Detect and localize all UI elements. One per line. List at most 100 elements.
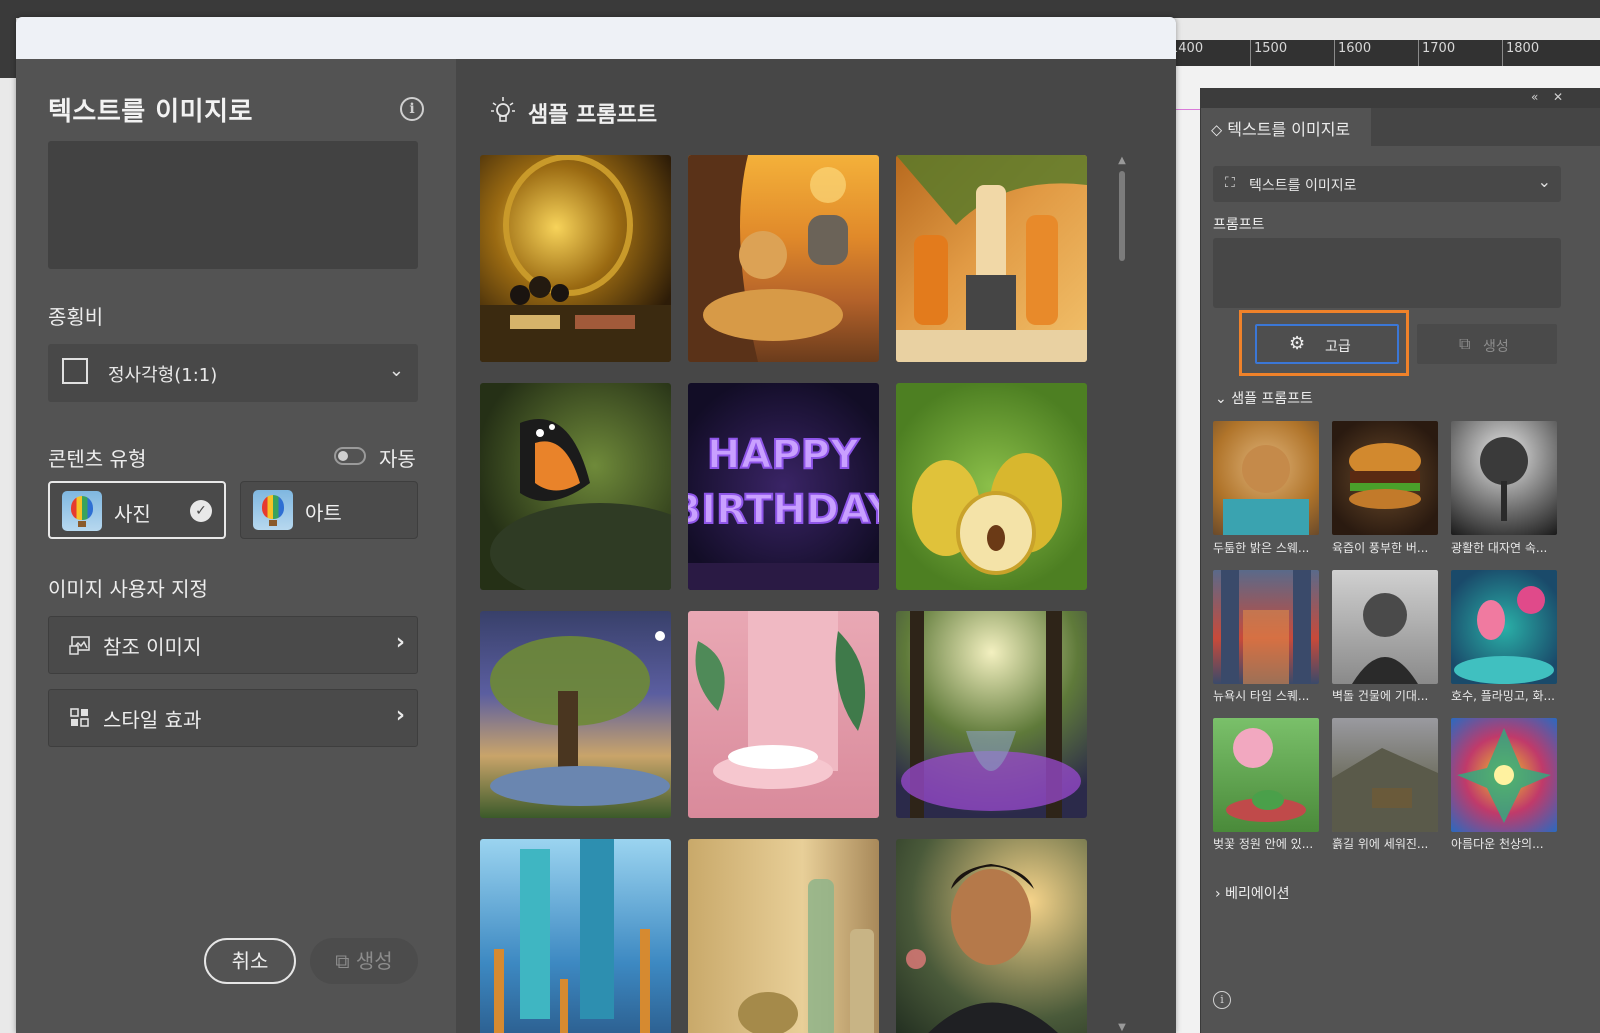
- butterfly-art: [490, 419, 671, 590]
- panel-thumb[interactable]: [1213, 421, 1319, 535]
- cosmetics-art: [896, 155, 1087, 362]
- image-gen-icon: ⛶: [1225, 175, 1235, 191]
- scroll-down-icon[interactable]: ▼: [1116, 1022, 1128, 1033]
- car-road-art: [1332, 748, 1438, 832]
- panel-thumb[interactable]: [1451, 718, 1557, 832]
- panel-prompt-input[interactable]: [1213, 238, 1561, 308]
- prompt-label: 프롬프트: [1213, 217, 1265, 233]
- reference-image-label: 참조 이미지: [103, 635, 202, 659]
- settings-pane: 텍스트를 이미지로 i 종횡비 정사각형(1:1) ⌄ 콘텐츠 유형 자동 사진…: [16, 59, 456, 1033]
- prompt-input[interactable]: [48, 141, 418, 269]
- thumb-caption: 벽돌 건물에 기대...: [1332, 689, 1429, 703]
- aspect-ratio-value: 정사각형(1:1): [108, 365, 218, 386]
- auto-label: 자동: [379, 447, 416, 471]
- mandala-art: [1457, 728, 1551, 823]
- panel-header-bar: « ✕: [1201, 88, 1600, 108]
- toggle-knob: [338, 451, 348, 461]
- gear-icon: ⚙: [1289, 333, 1306, 354]
- chevron-down-icon: ⌄: [1215, 391, 1232, 407]
- cancel-button[interactable]: 취소: [204, 938, 296, 984]
- sample-prompts-section[interactable]: ⌄ 샘플 프롬프트: [1215, 388, 1313, 408]
- panel-thumb[interactable]: [1332, 570, 1438, 684]
- chevron-right-icon: ›: [1215, 886, 1226, 902]
- pink-podium-art: [695, 611, 866, 789]
- sample-tile-birthday[interactable]: HAPPY BIRTHDAY: [688, 383, 879, 590]
- auto-toggle[interactable]: [334, 447, 366, 465]
- collapse-panel-icon[interactable]: «: [1531, 90, 1538, 104]
- reference-image-row[interactable]: 참조 이미지 ›: [48, 616, 418, 674]
- panel-mode-select[interactable]: ⛶ 텍스트를 이미지로 ⌄: [1213, 166, 1561, 202]
- sample-tile-giraffes[interactable]: [480, 839, 671, 1033]
- variations-label: 베리에이션: [1225, 886, 1290, 902]
- birthday-art: HAPPY BIRTHDAY: [688, 431, 879, 590]
- panel-tab[interactable]: ⬦ 텍스트를 이미지로: [1201, 108, 1372, 146]
- generate-button[interactable]: ⧉ 생성: [310, 938, 418, 984]
- aspect-ratio-select[interactable]: 정사각형(1:1) ⌄: [48, 344, 418, 402]
- info-icon[interactable]: i: [1213, 991, 1231, 1009]
- sample-tile-makeup-vanity[interactable]: [480, 155, 671, 362]
- panel-thumb[interactable]: [1451, 421, 1557, 535]
- horizontal-ruler: 1400 1500 1600 1700 1800: [1166, 40, 1600, 67]
- content-type-art-label: 아트: [305, 501, 342, 525]
- sample-tile-portrait[interactable]: [896, 839, 1087, 1033]
- balloon-icon: [62, 491, 102, 531]
- style-effects-label: 스타일 효과: [103, 708, 202, 732]
- panel-generate-button[interactable]: ⧉ 생성: [1417, 324, 1557, 364]
- panel-thumb[interactable]: [1213, 570, 1319, 684]
- willow-tree-art: [490, 631, 670, 806]
- sample-scrollbar[interactable]: ▲ ▼: [1116, 155, 1128, 1033]
- scroll-thumb[interactable]: [1119, 171, 1125, 261]
- reference-image-icon: [69, 636, 90, 655]
- sample-tile-willow-tree[interactable]: [480, 611, 671, 818]
- times-square-art: [1221, 570, 1311, 684]
- sample-tile-teapot[interactable]: [688, 839, 879, 1033]
- panel-generate-label: 생성: [1483, 339, 1509, 355]
- generate-icon: ⧉: [1459, 334, 1471, 353]
- teapot-art: [738, 879, 874, 1033]
- sample-tile-forest[interactable]: [896, 611, 1087, 818]
- panel-thumb[interactable]: [1213, 718, 1319, 832]
- image-custom-label: 이미지 사용자 지정: [48, 577, 208, 601]
- advanced-button[interactable]: ⚙ 고급: [1255, 324, 1399, 364]
- panel-thumb[interactable]: [1451, 570, 1557, 684]
- text-to-image-panel: « ✕ ⬦ 텍스트를 이미지로 ⛶ 텍스트를 이미지로 ⌄ 프롬프트 ⚙ 고급 …: [1200, 88, 1600, 1033]
- sample-tile-cosmetics[interactable]: [896, 155, 1087, 362]
- style-effects-row[interactable]: 스타일 효과 ›: [48, 689, 418, 747]
- panel-mode-value: 텍스트를 이미지로: [1249, 178, 1357, 194]
- dialog-titlebar[interactable]: [16, 17, 1176, 59]
- ruler-tick: 1700: [1418, 40, 1455, 66]
- sample-tile-cheetah[interactable]: [688, 155, 879, 362]
- info-icon[interactable]: i: [400, 97, 424, 121]
- kitten-art: [1223, 445, 1309, 535]
- style-effects-icon: [70, 708, 89, 727]
- flamingo-art: [1454, 586, 1554, 684]
- cheetah-art: [688, 155, 848, 362]
- content-type-photo[interactable]: 사진 ✓: [48, 481, 226, 539]
- content-type-art[interactable]: 아트: [240, 481, 418, 539]
- svg-text:HAPPY: HAPPY: [707, 432, 860, 478]
- thumb-caption: 흙길 위에 세워진...: [1332, 837, 1429, 851]
- sample-tile-pink-podium[interactable]: [688, 611, 879, 818]
- thumb-caption: 아름다운 천상의...: [1451, 837, 1544, 851]
- burger-art: [1349, 443, 1421, 509]
- sample-tile-pears[interactable]: [896, 383, 1087, 590]
- pears-art: [912, 453, 1062, 575]
- chevron-down-icon: ⌄: [1537, 172, 1551, 191]
- thumb-caption: 호수, 플라밍고, 화...: [1451, 689, 1555, 703]
- cherry-blossom-art: [1226, 728, 1306, 822]
- sample-tile-butterfly[interactable]: [480, 383, 671, 590]
- panel-thumb[interactable]: [1332, 421, 1438, 535]
- giraffes-art: [494, 839, 650, 1033]
- panel-thumb[interactable]: [1332, 718, 1438, 832]
- ruler-tick: 1800: [1502, 40, 1539, 66]
- content-type-label: 콘텐츠 유형: [48, 447, 147, 471]
- close-panel-icon[interactable]: ✕: [1553, 90, 1563, 104]
- makeup-vanity-art: [480, 155, 671, 362]
- app-top-bar: [0, 0, 1600, 18]
- forest-art: [901, 611, 1081, 818]
- square-icon: [62, 358, 88, 384]
- thumb-caption: 두툼한 밝은 스웨...: [1213, 541, 1310, 555]
- scroll-up-icon[interactable]: ▲: [1116, 155, 1128, 166]
- variations-section[interactable]: › 베리에이션: [1215, 883, 1289, 903]
- sample-prompts-label: 샘플 프롬프트: [1231, 391, 1313, 407]
